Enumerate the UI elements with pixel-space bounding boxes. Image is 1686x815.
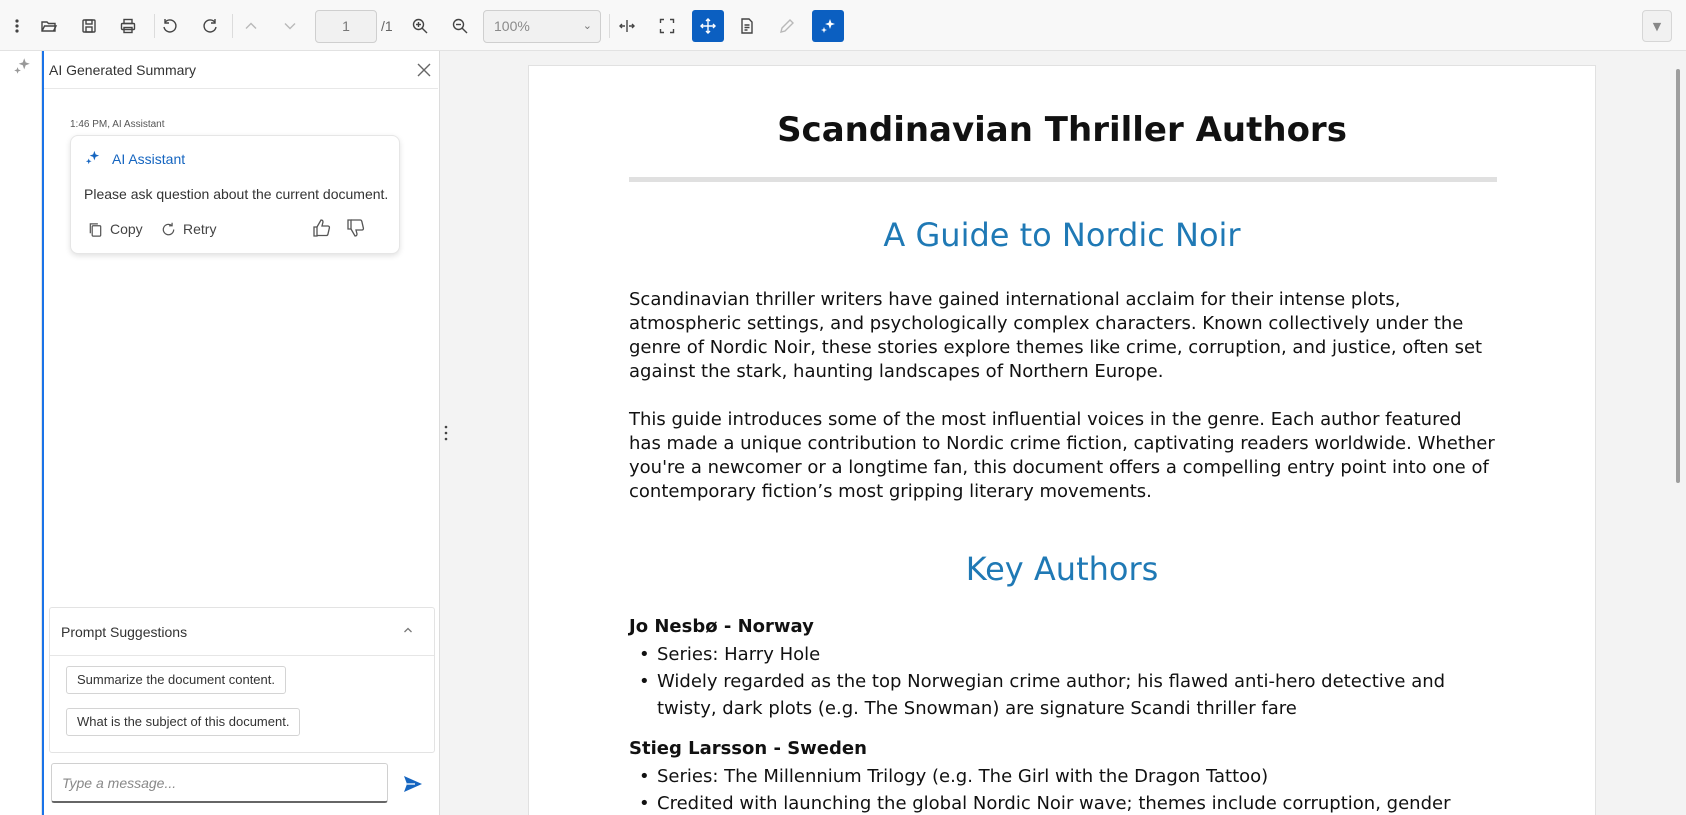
chevron-up-icon[interactable] — [400, 622, 416, 638]
page-number-input[interactable]: 1 — [315, 10, 377, 43]
list-item: Series: The Millennium Trilogy (e.g. The… — [629, 763, 1499, 790]
text-select-icon[interactable] — [731, 10, 763, 42]
retry-icon — [162, 222, 175, 235]
copy-icon — [89, 222, 102, 237]
panel-accent-bar — [42, 51, 44, 815]
ai-sparkle-icon — [84, 149, 101, 166]
document-title: Scandinavian Thriller Authors — [777, 110, 1347, 150]
open-file-icon[interactable] — [33, 10, 65, 42]
prompt-suggestions-title: Prompt Suggestions — [61, 624, 188, 640]
assistant-message-card: AI Assistant Please ask question about t… — [70, 135, 400, 254]
fit-page-icon[interactable] — [651, 10, 683, 42]
copy-label: Copy — [110, 221, 143, 237]
intro-paragraph: Scandinavian thriller writers have gaine… — [629, 289, 1483, 382]
message-text: Please ask question about the current do… — [84, 186, 389, 202]
document-viewer[interactable]: Scandinavian Thriller Authors A Guide to… — [452, 51, 1672, 815]
list-item: Credited with launching the global Nordi… — [629, 790, 1499, 815]
zoom-in-icon[interactable] — [404, 10, 436, 42]
list-item: Widely regarded as the top Norwegian cri… — [629, 668, 1499, 722]
zoom-select[interactable]: 100% ⌄ — [483, 10, 601, 43]
prompt-suggestions-panel: Prompt Suggestions Summarize the documen… — [49, 607, 435, 753]
pan-icon[interactable] — [692, 10, 724, 42]
copy-button[interactable]: Copy — [87, 217, 143, 241]
title-divider — [629, 177, 1497, 182]
vertical-scrollbar[interactable] — [1672, 51, 1686, 815]
author-name: Stieg Larsson - Sweden — [629, 738, 867, 759]
next-page-icon[interactable] — [274, 10, 306, 42]
guide-paragraph: This guide introduces some of the most i… — [629, 409, 1495, 502]
author-name: Jo Nesbø - Norway — [629, 616, 814, 637]
send-icon[interactable] — [402, 773, 424, 795]
ai-assistant-icon[interactable] — [812, 10, 844, 42]
retry-button[interactable]: Retry — [160, 217, 216, 241]
prompt-suggestions-header[interactable]: Prompt Suggestions — [50, 608, 434, 656]
list-item: Series: Harry Hole — [629, 641, 1499, 668]
toolbar-separator — [232, 14, 233, 38]
panel-title: AI Generated Summary — [49, 62, 197, 78]
author-bullets: Series: The Millennium Trilogy (e.g. The… — [629, 763, 1499, 815]
previous-page-icon[interactable] — [235, 10, 267, 42]
redo-icon[interactable] — [194, 10, 226, 42]
drag-handle-icon[interactable] — [443, 423, 449, 443]
suggestion-chip[interactable]: Summarize the document content. — [66, 666, 286, 694]
thumbs-down-icon[interactable] — [345, 217, 367, 239]
print-icon[interactable] — [112, 10, 144, 42]
document-page: Scandinavian Thriller Authors A Guide to… — [528, 65, 1596, 815]
pdf-viewer-app: 1 /1 100% ⌄ ▼ AI Generated Summary 1:46 … — [0, 0, 1686, 815]
collapse-toolbar-icon[interactable]: ▼ — [1642, 10, 1672, 42]
close-icon[interactable] — [414, 60, 434, 80]
document-subtitle: A Guide to Nordic Noir — [883, 216, 1241, 254]
panel-header: AI Generated Summary — [44, 51, 438, 89]
annotation-edit-icon[interactable] — [771, 10, 803, 42]
undo-icon[interactable] — [154, 10, 186, 42]
chevron-down-icon: ⌄ — [582, 20, 592, 32]
message-input[interactable]: Type a message... — [51, 763, 388, 803]
message-author: AI Assistant — [112, 151, 186, 167]
save-icon[interactable] — [73, 10, 105, 42]
zoom-out-icon[interactable] — [444, 10, 476, 42]
ai-sparkle-icon[interactable] — [12, 56, 32, 76]
suggestion-chip[interactable]: What is the subject of this document. — [66, 708, 301, 736]
retry-label: Retry — [183, 221, 217, 237]
toolbar-separator — [609, 14, 610, 38]
page-total-label: /1 — [381, 18, 393, 34]
sidebar-rail — [0, 51, 42, 815]
section-heading: Key Authors — [965, 550, 1159, 588]
fit-width-icon[interactable] — [611, 10, 643, 42]
thumbs-up-icon[interactable] — [311, 217, 333, 239]
panel-splitter[interactable] — [440, 51, 452, 815]
more-options-icon[interactable] — [1, 10, 33, 42]
zoom-value: 100% — [494, 18, 530, 34]
author-bullets: Series: Harry Hole Widely regarded as th… — [629, 641, 1499, 722]
scrollbar-thumb[interactable] — [1676, 69, 1680, 483]
ai-summary-panel: AI Generated Summary 1:46 PM, AI Assista… — [42, 51, 440, 815]
message-timestamp: 1:46 PM, AI Assistant — [70, 119, 165, 130]
main-toolbar: 1 /1 100% ⌄ ▼ — [0, 0, 1686, 51]
